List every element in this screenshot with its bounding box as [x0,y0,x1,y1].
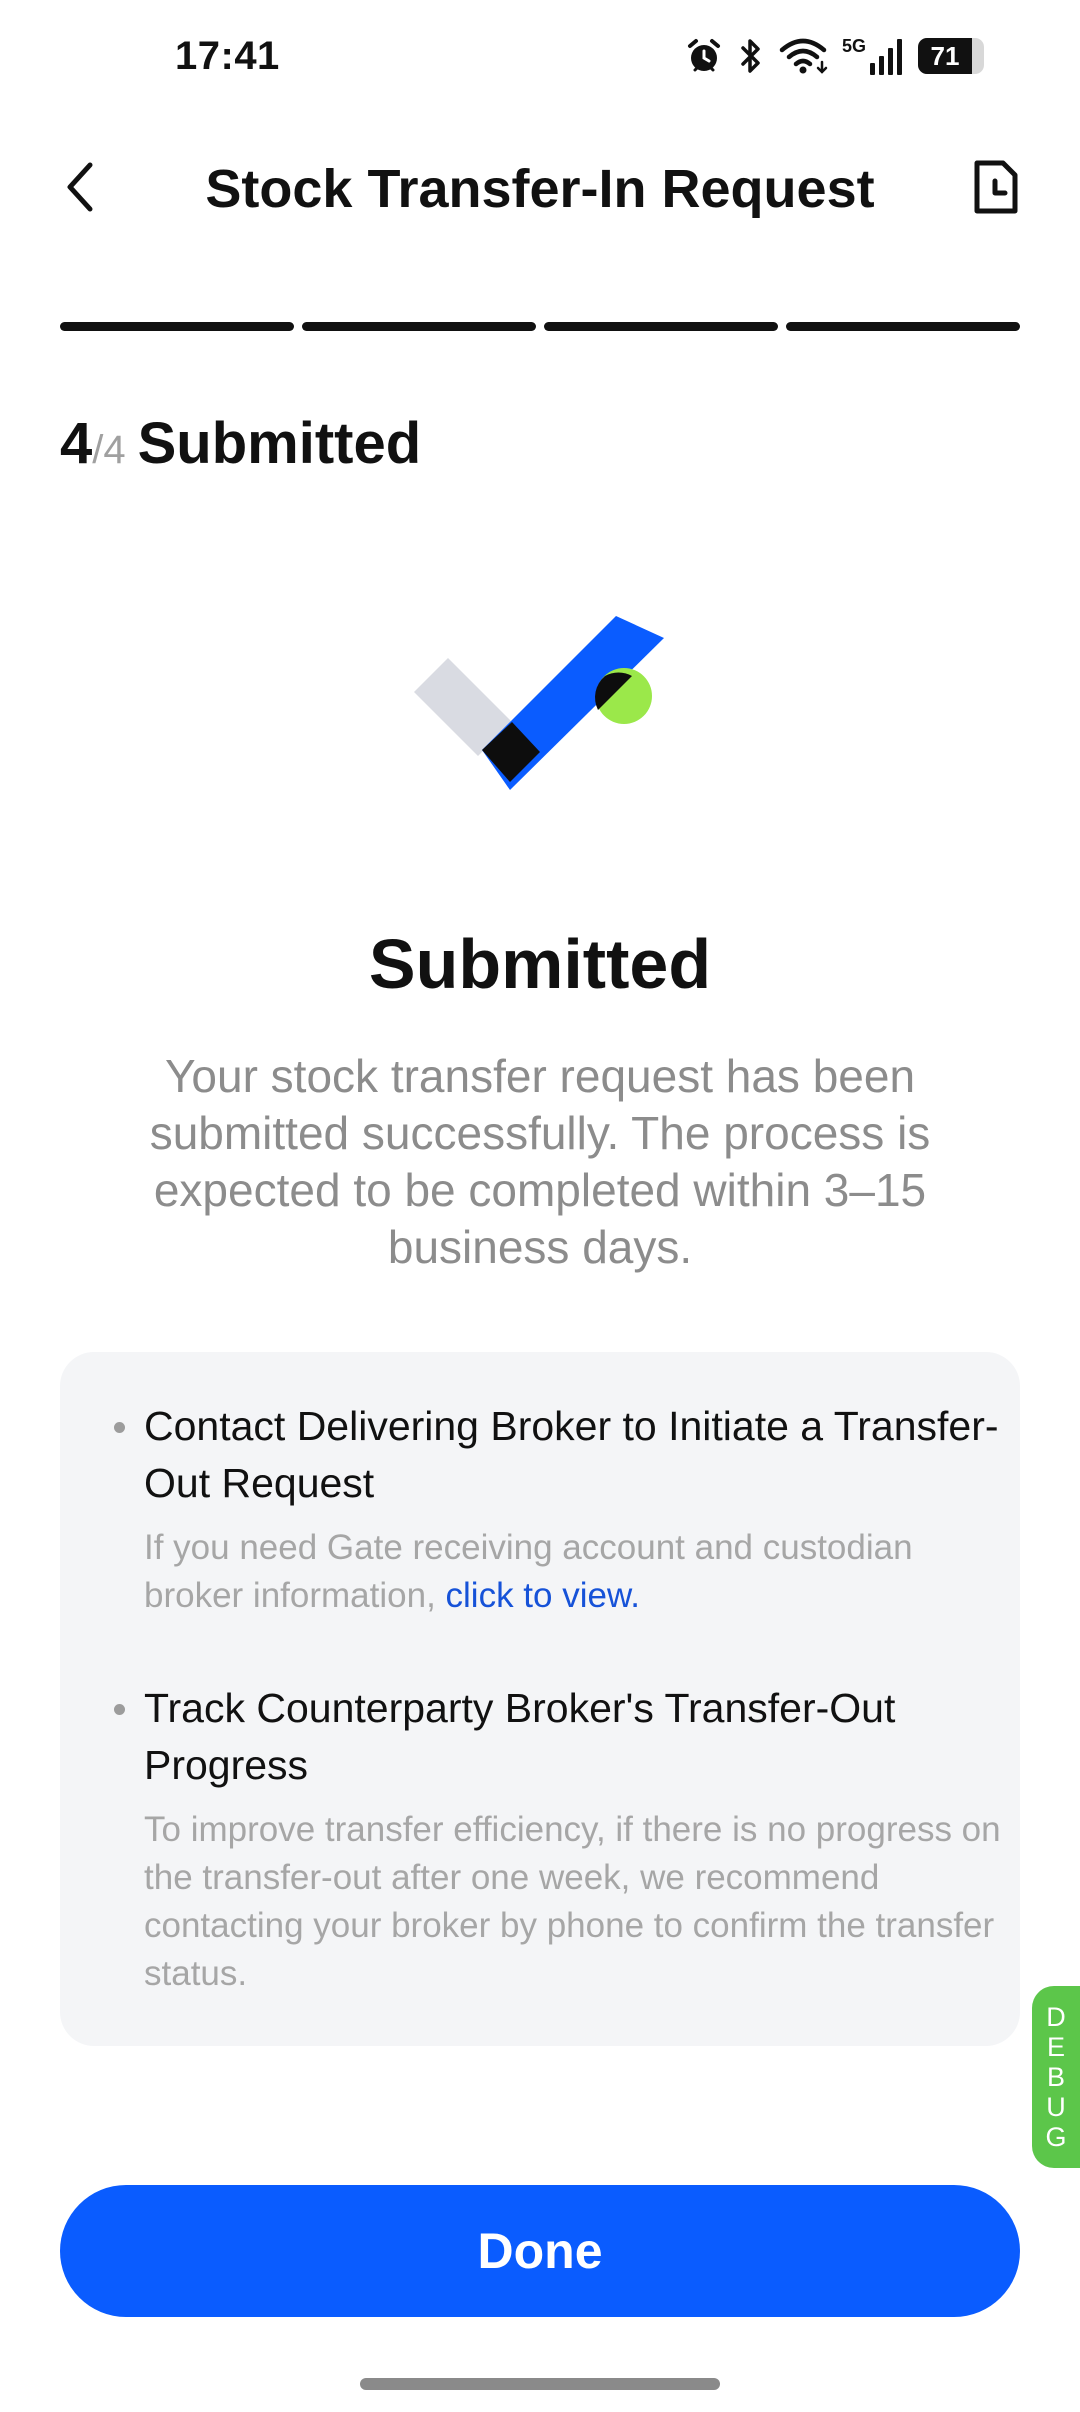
checkmark-illustration [400,600,680,810]
status-bar: 17:41 5G 71 [0,0,1080,120]
debug-letter: G [1045,2122,1067,2152]
debug-letter: E [1046,2032,1065,2062]
battery-percentage: 71 [930,41,960,71]
info-item-title: Contact Delivering Broker to Initiate a … [144,1403,999,1506]
page-title: Stock Transfer-In Request [205,159,875,219]
debug-letter: B [1046,2062,1065,2092]
click-to-view-link[interactable]: click to view. [446,1576,641,1615]
info-item-title: Track Counterparty Broker's Transfer-Out… [144,1685,896,1788]
step-heading: 4 /4 Submitted [60,410,421,477]
checkmark-icon [414,616,664,790]
wifi-icon [778,36,828,76]
history-button[interactable] [960,154,1030,224]
home-indicator[interactable] [360,2378,720,2390]
step-current: 4 [60,411,93,476]
debug-letter: U [1046,2092,1066,2122]
back-button[interactable] [50,154,110,224]
chevron-left-icon [60,159,100,220]
status-time: 17:41 [175,34,280,78]
document-history-icon [971,159,1019,220]
bullet-dot [114,1704,125,1715]
step-total: /4 [92,428,126,472]
info-card: Contact Delivering Broker to Initiate a … [60,1352,1020,2046]
info-item-contact-broker: Contact Delivering Broker to Initiate a … [114,1398,1004,1620]
progress-segment [786,322,1020,331]
progress-segment [544,322,778,331]
info-item-track-progress: Track Counterparty Broker's Transfer-Out… [114,1680,1004,1998]
status-icons: 5G 71 [684,36,984,76]
result-description: Your stock transfer request has been sub… [149,1050,931,1273]
network-label: 5G [841,36,866,56]
debug-tab[interactable]: D E B U G [1032,1986,1080,2168]
bullet-dot [114,1422,125,1433]
info-item-description: To improve transfer efficiency, if there… [144,1810,1001,1993]
debug-letter: D [1046,2002,1066,2032]
battery-icon: 71 [918,38,984,74]
alarm-icon [684,36,724,76]
transfer-submitted-screen: 17:41 5G 71 Stock Transfer-In Request 4 … [0,0,1080,2412]
header: Stock Transfer-In Request [0,140,1080,240]
info-item-description: If you need Gate receiving account and c… [144,1524,1004,1620]
step-progress-bar [60,322,1020,331]
step-name: Submitted [137,411,422,476]
progress-segment [302,322,536,331]
result-title: Submitted [368,925,712,1003]
progress-segment [60,322,294,331]
bluetooth-icon [738,36,764,76]
done-button[interactable]: Done [60,2185,1020,2317]
cellular-signal-icon: 5G [842,37,904,75]
